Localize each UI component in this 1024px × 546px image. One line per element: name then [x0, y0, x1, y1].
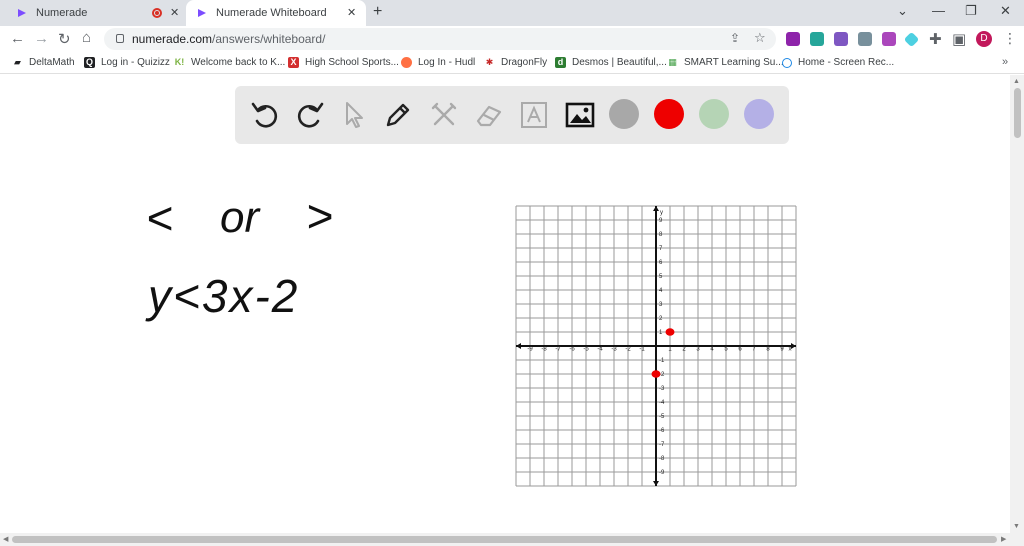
x-tick-label: -4	[597, 347, 603, 353]
x-tick-label: -1	[639, 347, 645, 353]
x-tick-label: -6	[569, 347, 575, 353]
y-tick-label: -7	[659, 442, 665, 448]
y-tick-label: 5	[659, 274, 663, 280]
y-tick-label: 3	[659, 302, 663, 308]
handwritten-inequality: y<3x-2	[145, 270, 299, 322]
scroll-left-icon[interactable]: ◀	[3, 535, 8, 543]
y-tick-label: 4	[659, 288, 663, 294]
x-tick-label: 8	[766, 347, 770, 353]
scroll-up-icon[interactable]: ▲	[1013, 78, 1020, 85]
x-tick-label: -9	[527, 347, 533, 353]
y-tick-label: 6	[659, 260, 663, 266]
x-tick-label: -7	[555, 347, 561, 353]
x-tick-label: -8	[541, 347, 547, 353]
x-tick-label: -2	[625, 347, 631, 353]
handwritten-less-than: <	[146, 192, 173, 244]
y-tick-label: 1	[659, 330, 663, 336]
scroll-right-icon[interactable]: ▶	[1001, 535, 1006, 543]
y-tick-label: -1	[659, 358, 665, 364]
y-tick-label: 2	[659, 316, 663, 322]
y-tick-label: 7	[659, 246, 663, 252]
data-point	[665, 328, 675, 336]
y-tick-label: -5	[659, 414, 665, 420]
x-tick-label: 5	[724, 347, 728, 353]
x-tick-label: 9	[780, 347, 784, 353]
x-tick-label: -5	[583, 347, 589, 353]
handwritten-or: or	[220, 193, 261, 242]
handwritten-greater-than: >	[306, 190, 333, 242]
x-tick-label: 3	[696, 347, 700, 353]
y-tick-label: -3	[659, 386, 665, 392]
y-axis-label: y	[660, 210, 663, 216]
data-point	[651, 370, 661, 378]
x-tick-label: 2	[682, 347, 686, 353]
y-tick-label: -6	[659, 428, 665, 434]
y-tick-label: -8	[659, 456, 665, 462]
y-tick-label: 9	[659, 218, 663, 224]
scroll-down-icon[interactable]: ▼	[1013, 523, 1020, 530]
y-tick-label: 8	[659, 232, 663, 238]
y-tick-label: -9	[659, 470, 665, 476]
x-tick-label: 4	[710, 347, 714, 353]
vertical-scroll-thumb[interactable]	[1014, 88, 1021, 138]
y-tick-label: -4	[659, 400, 665, 406]
x-axis-label: x	[789, 347, 792, 353]
horizontal-scroll-thumb[interactable]	[12, 536, 997, 543]
x-tick-label: -3	[611, 347, 617, 353]
x-tick-label: 7	[752, 347, 756, 353]
vertical-scrollbar[interactable]	[1010, 75, 1024, 533]
x-tick-label: 6	[738, 347, 742, 353]
x-tick-label: 1	[668, 347, 672, 353]
coordinate-plane: -9 -8 -7 -6 -5 -4 -3 -2 -1 1 2 3 4 5 6 7 8 9987654321-1-2…	[515, 205, 797, 487]
